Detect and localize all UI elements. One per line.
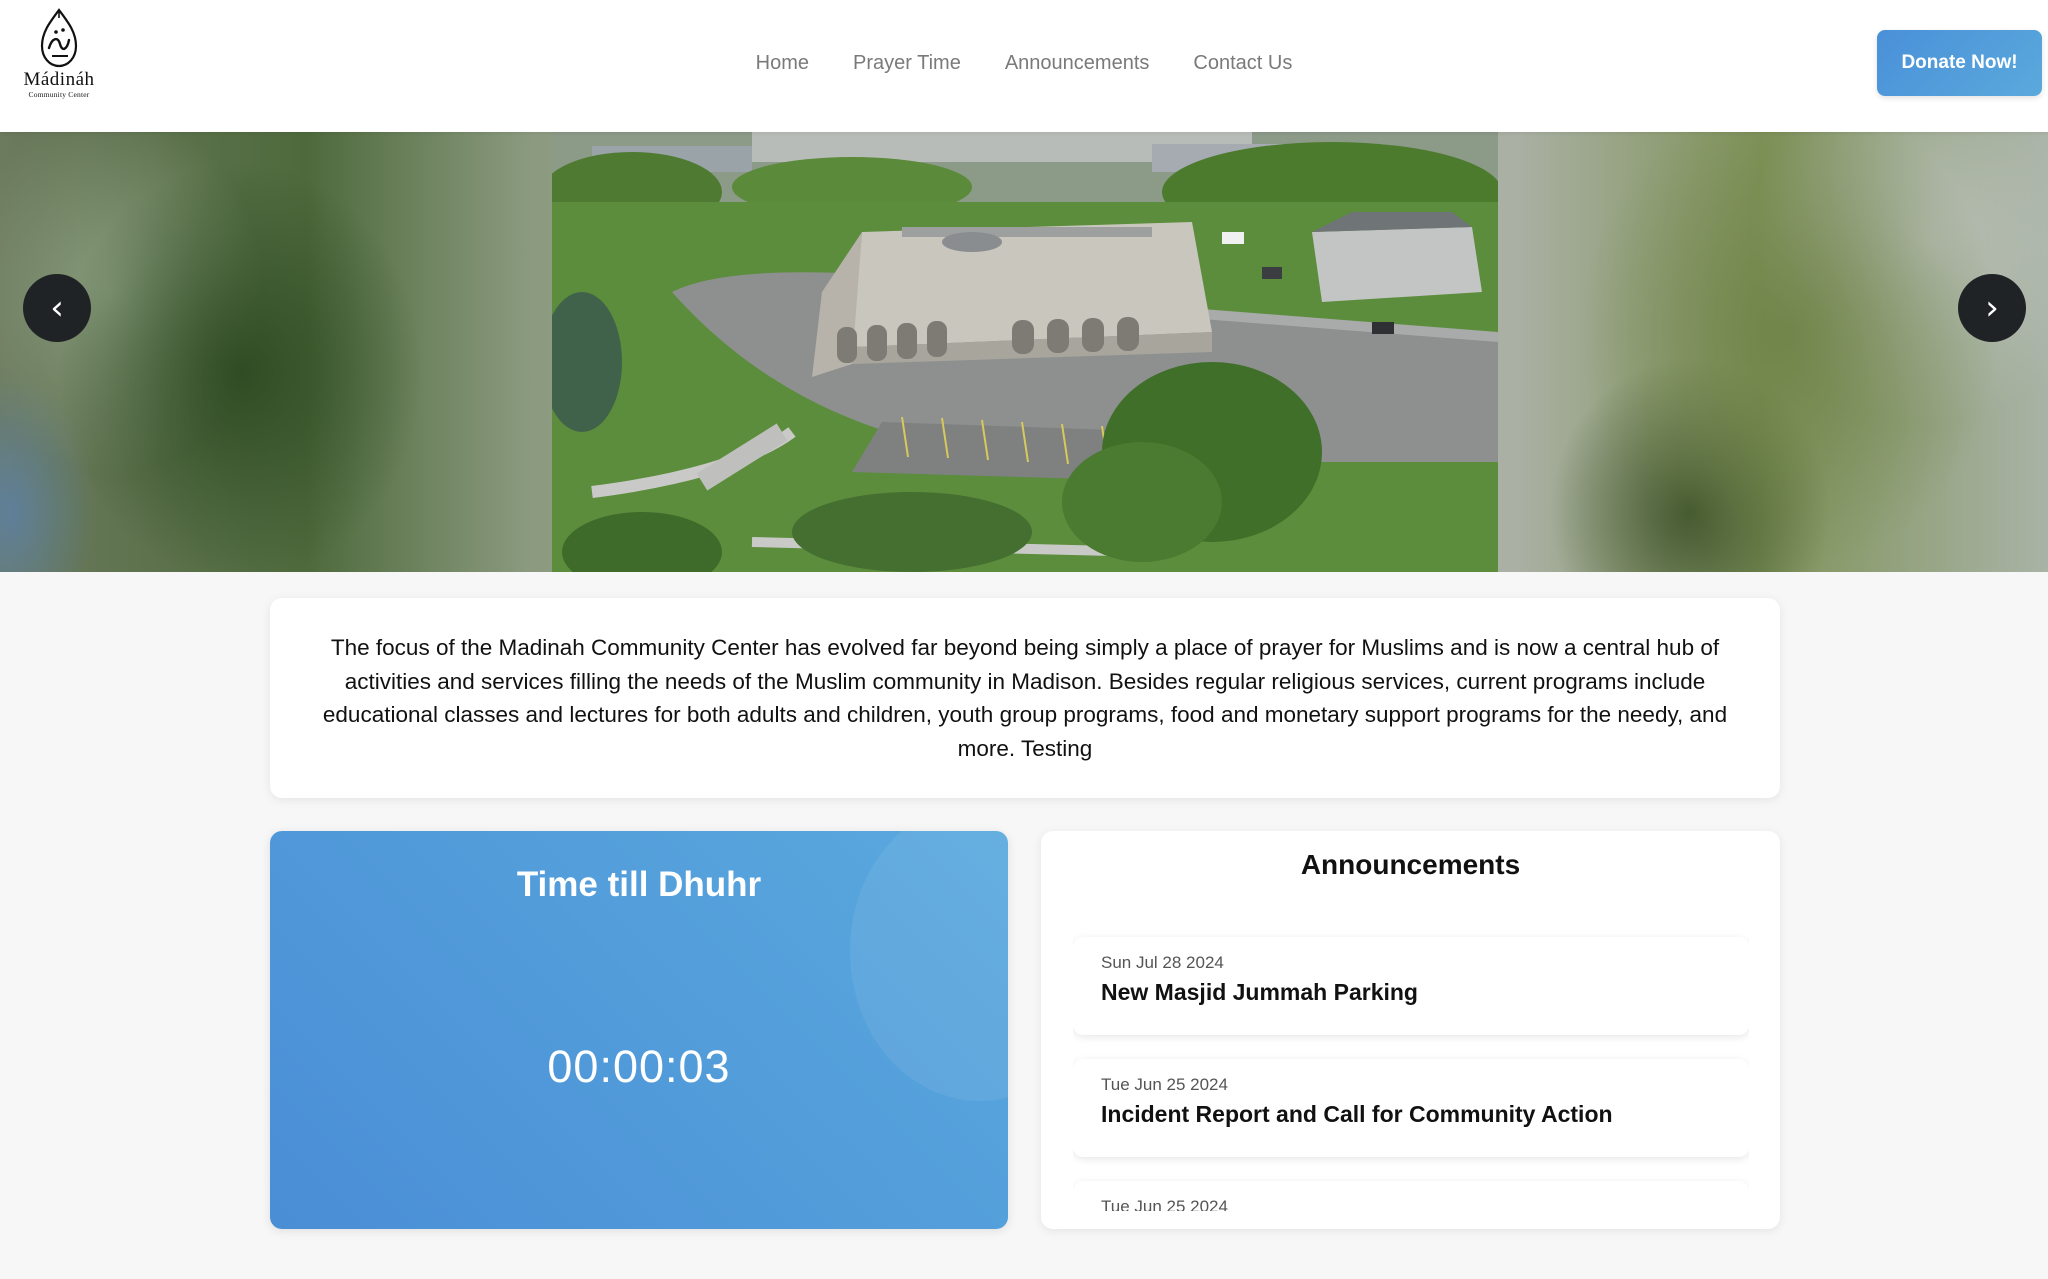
announcement-item[interactable]: Tue Jun 25 2024 Incident Report and Call… (1073, 1059, 1749, 1157)
site-header: Mádináh Community Center Home Prayer Tim… (0, 0, 2048, 132)
about-text: The focus of the Madinah Community Cente… (322, 635, 1728, 761)
about-card: The focus of the Madinah Community Cente… (270, 598, 1780, 798)
nav-contact-us[interactable]: Contact Us (1193, 52, 1292, 75)
announcements-card: Announcements Sun Jul 28 2024 New Masjid… (1041, 831, 1780, 1229)
announcements-title: Announcements (1300, 849, 1521, 880)
announcement-title: Incident Report and Call for Community A… (1101, 1101, 1613, 1127)
announcement-date: Tue Jun 25 2024 (1101, 1075, 1228, 1094)
countdown-timer: 00:00:03 (547, 1041, 731, 1092)
nav-home[interactable]: Home (756, 52, 809, 75)
announcement-date: Sun Jul 28 2024 (1101, 953, 1224, 972)
announcements-list[interactable]: Sun Jul 28 2024 New Masjid Jummah Parkin… (1073, 931, 1749, 1211)
nav-prayer-time[interactable]: Prayer Time (853, 52, 961, 75)
announcement-item[interactable]: Sun Jul 28 2024 New Masjid Jummah Parkin… (1073, 937, 1749, 1035)
announcement-date: Tue Jun 25 2024 (1101, 1197, 1228, 1211)
nav-announcements[interactable]: Announcements (1005, 52, 1150, 75)
site-logo[interactable]: Mádináh Community Center (14, 8, 104, 104)
mosque-aerial-photo (552, 132, 1498, 572)
mosque-calligraphy-icon (40, 8, 78, 68)
donate-button[interactable]: Donate Now! (1877, 30, 2042, 96)
countdown-title: Time till Dhuhr (516, 865, 762, 904)
announcement-item[interactable]: Tue Jun 25 2024 (1073, 1181, 1749, 1211)
prayer-countdown-card: Time till Dhuhr 00:00:03 (270, 831, 1008, 1229)
hero-carousel: ‹ › (0, 132, 2048, 572)
main-nav: Home Prayer Time Announcements Contact U… (0, 0, 2048, 126)
announcement-title: New Masjid Jummah Parking (1101, 979, 1418, 1005)
logo-subtitle: Community Center (28, 90, 90, 99)
carousel-next-button[interactable]: › (1958, 274, 2026, 342)
carousel-prev-button[interactable]: ‹ (23, 274, 91, 342)
logo-name: Mádináh (23, 69, 95, 90)
